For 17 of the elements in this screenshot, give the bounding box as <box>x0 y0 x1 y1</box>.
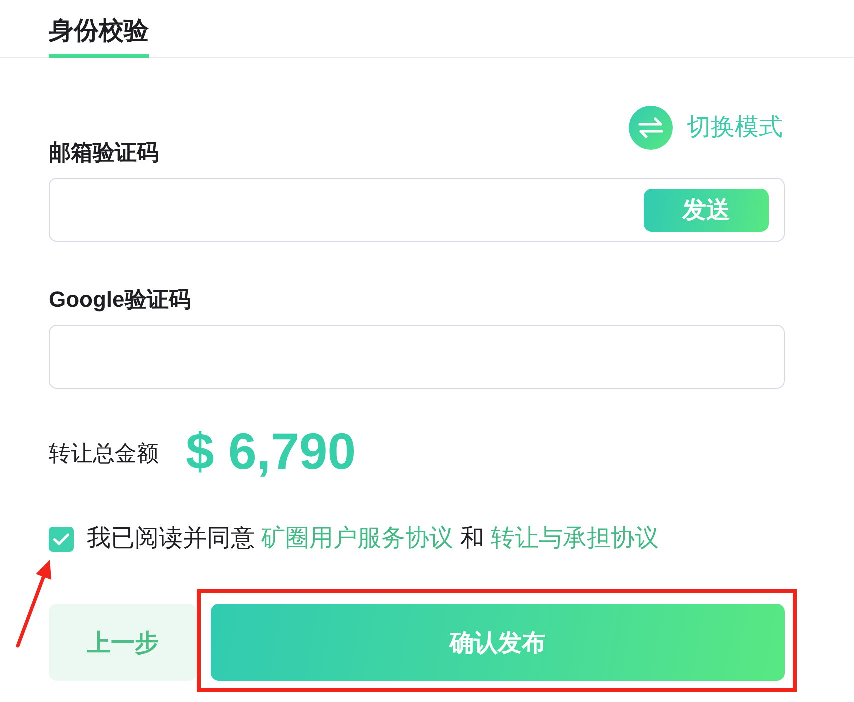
code-input-field[interactable]: 发送 <box>49 178 785 242</box>
field-label: 邮箱验证码 <box>49 140 159 166</box>
field-label: Google验证码 <box>49 287 191 313</box>
agreement-link[interactable]: 转让与承担协议 <box>491 525 660 552</box>
total-amount: $ 6,790 <box>186 424 356 480</box>
switch-mode-button[interactable]: 切换模式 <box>629 106 783 150</box>
agreement-checkbox[interactable] <box>49 526 74 552</box>
verification-tab[interactable]: 身份校验 <box>49 8 149 58</box>
confirm-button[interactable]: 确认发布 <box>211 604 785 681</box>
back-button[interactable]: 上一步 <box>49 604 197 681</box>
code-input-field[interactable] <box>49 325 785 389</box>
agreement-link[interactable]: 矿圈用户服务协议 <box>262 525 454 552</box>
send-button[interactable]: 发送 <box>644 188 769 232</box>
swap-arrows-icon <box>629 106 673 150</box>
total-amount-label: 转让总金额 <box>49 441 159 467</box>
agreement-text: 我已阅读并同意 矿圈用户服务协议 和 转让与承担协议 <box>87 524 660 554</box>
checkmark-icon <box>53 532 70 546</box>
